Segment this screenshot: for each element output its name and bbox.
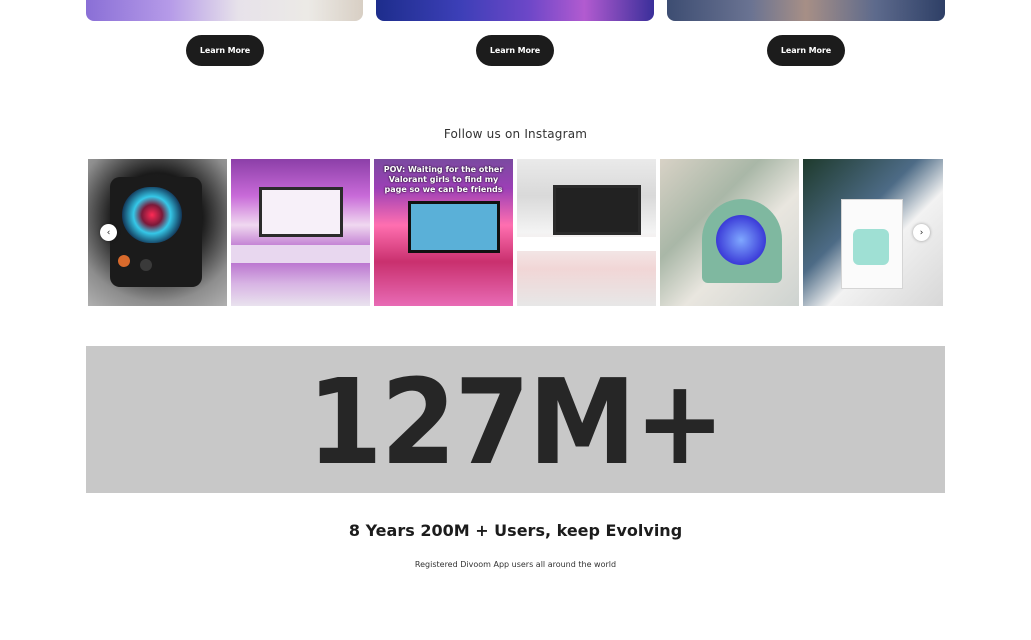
instagram-carousel: POV: Waiting for the other Valorant girl… (88, 159, 943, 306)
learn-more-button-3[interactable]: Learn More (767, 35, 845, 66)
device-knob (118, 255, 130, 267)
learn-more-button-2[interactable]: Learn More (476, 35, 554, 66)
device-knob (140, 259, 152, 271)
device-screen (122, 187, 182, 243)
promo-card-image-1[interactable] (86, 0, 363, 21)
desk-surface (231, 245, 370, 263)
bag-device (853, 229, 889, 265)
chevron-left-icon[interactable]: ‹ (100, 224, 117, 241)
promo-card-image-2[interactable] (376, 0, 654, 21)
learn-more-button-1[interactable]: Learn More (186, 35, 264, 66)
desk-monitor (553, 185, 641, 235)
promo-card-image-3[interactable] (667, 0, 945, 21)
stat-band: 127M+ (86, 346, 945, 493)
stat-subtitle: Registered Divoom App users all around t… (414, 560, 617, 569)
instagram-post-2[interactable] (231, 159, 370, 306)
lamp-glow (716, 215, 766, 265)
instagram-post-5[interactable] (660, 159, 799, 306)
instagram-heading: Follow us on Instagram (443, 127, 588, 141)
instagram-post-3[interactable]: POV: Waiting for the other Valorant girl… (374, 159, 513, 306)
desk-surface (517, 237, 656, 251)
stat-number: 127M+ (307, 352, 725, 491)
post-overlay-text: POV: Waiting for the other Valorant girl… (383, 165, 504, 194)
instagram-post-4[interactable] (517, 159, 656, 306)
desk-monitor (408, 201, 500, 253)
stat-title: 8 Years 200M + Users, keep Evolving (348, 521, 683, 540)
desk-monitor (259, 187, 343, 237)
chevron-right-icon[interactable]: › (913, 224, 930, 241)
